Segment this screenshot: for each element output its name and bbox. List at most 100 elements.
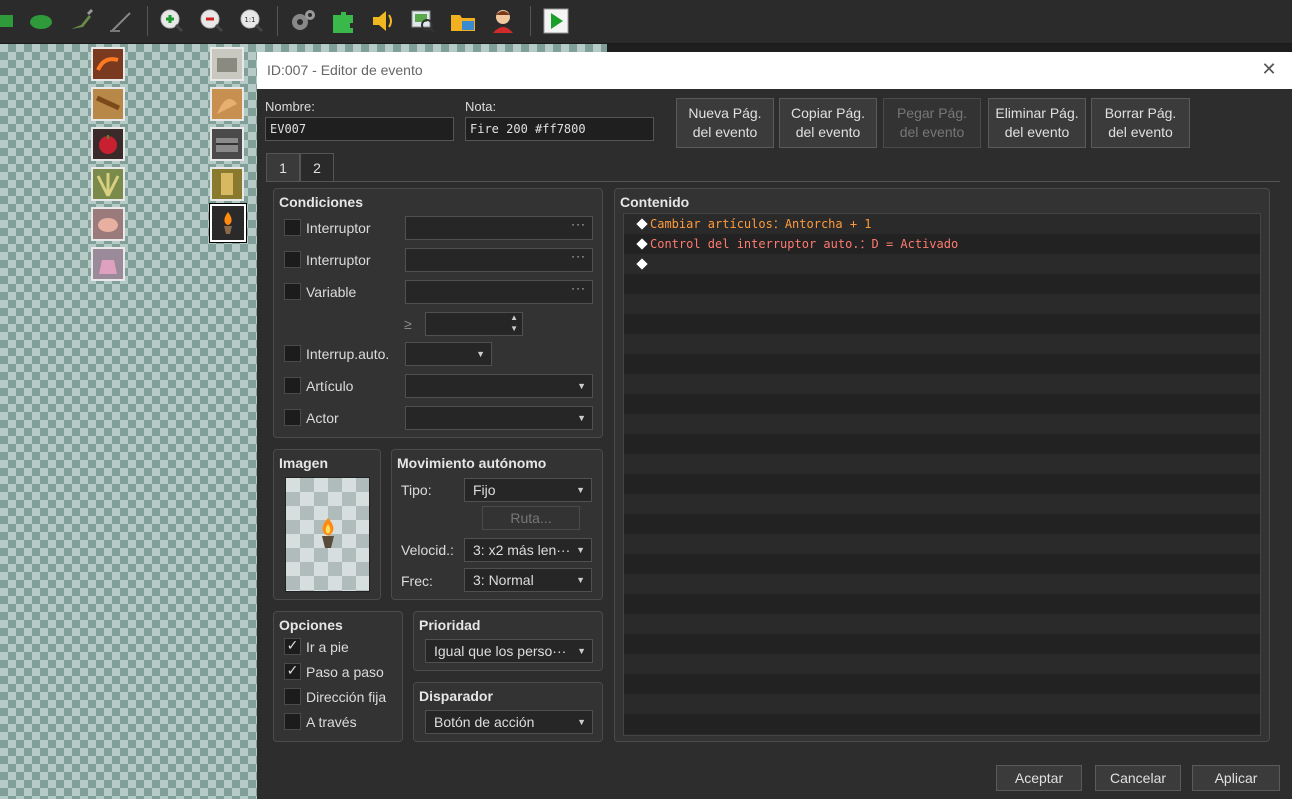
variable-checkbox[interactable]: [284, 283, 301, 300]
playtest-icon[interactable]: [541, 6, 571, 36]
map-event-tile[interactable]: [91, 87, 125, 121]
switch2-select[interactable]: ···: [405, 248, 593, 272]
direction-fix-checkbox[interactable]: [284, 688, 301, 705]
copy-page-button[interactable]: Copiar Pág. del evento: [779, 98, 877, 148]
new-page-button[interactable]: Nueva Pág. del evento: [676, 98, 774, 148]
event-searcher-icon[interactable]: [408, 6, 438, 36]
command-row[interactable]: [624, 674, 1260, 694]
zoom-in-icon[interactable]: [157, 6, 187, 36]
zoom-out-icon[interactable]: [197, 6, 227, 36]
command-row[interactable]: [624, 554, 1260, 574]
stepping-anim-checkbox[interactable]: ✓: [284, 663, 301, 680]
self-switch-select[interactable]: ▼: [405, 342, 492, 366]
sound-test-icon[interactable]: [368, 6, 398, 36]
resource-manager-icon[interactable]: [448, 6, 478, 36]
variable-select[interactable]: ···: [405, 280, 593, 304]
name-field[interactable]: EV007: [265, 117, 454, 141]
variable-label: Variable: [306, 284, 357, 300]
tab-page-1[interactable]: 1: [266, 153, 300, 181]
cancel-button[interactable]: Cancelar: [1095, 765, 1181, 791]
command-row[interactable]: [624, 494, 1260, 514]
command-row[interactable]: [624, 594, 1260, 614]
command-row[interactable]: [624, 434, 1260, 454]
command-row[interactable]: [624, 294, 1260, 314]
command-row[interactable]: Cambiar artículos：Antorcha + 1: [624, 214, 1260, 234]
command-row[interactable]: [624, 734, 1260, 735]
spin-down-icon[interactable]: ▼: [510, 318, 518, 335]
command-text: Control del interruptor auto.：D = Activa…: [636, 234, 958, 254]
new-page-button-line2: del evento: [692, 124, 758, 140]
paste-page-button[interactable]: Pegar Pág. del evento: [883, 98, 981, 148]
map-event-tile[interactable]: [210, 167, 244, 201]
database-gear-icon[interactable]: [288, 6, 318, 36]
command-row[interactable]: [624, 514, 1260, 534]
command-row[interactable]: [624, 694, 1260, 714]
apply-button[interactable]: Aplicar: [1192, 765, 1280, 791]
event-image-preview[interactable]: [285, 477, 370, 592]
switch2-checkbox[interactable]: [284, 251, 301, 268]
zoom-actual-icon[interactable]: 1:1: [237, 6, 267, 36]
diamond-icon: [636, 258, 648, 270]
map-event-tile[interactable]: [91, 207, 125, 241]
character-generator-icon[interactable]: [488, 6, 518, 36]
item-checkbox[interactable]: [284, 377, 301, 394]
command-row[interactable]: [624, 414, 1260, 434]
command-row[interactable]: Control del interruptor auto.：D = Activa…: [624, 234, 1260, 254]
movement-type-select[interactable]: Fijo ▼: [464, 478, 592, 502]
command-row[interactable]: [624, 654, 1260, 674]
command-row[interactable]: [624, 314, 1260, 334]
ellipse-tool-icon[interactable]: [26, 6, 56, 36]
ok-button[interactable]: Aceptar: [996, 765, 1082, 791]
rect-tool-icon[interactable]: [0, 6, 22, 36]
map-event-tile-selected[interactable]: [209, 203, 247, 243]
map-event-tile[interactable]: [210, 87, 244, 121]
switch1-select[interactable]: ···: [405, 216, 593, 240]
command-row[interactable]: [624, 534, 1260, 554]
clear-page-button[interactable]: Borrar Pág. del evento: [1091, 98, 1190, 148]
command-row[interactable]: [624, 374, 1260, 394]
command-row[interactable]: [624, 574, 1260, 594]
through-checkbox[interactable]: [284, 713, 301, 730]
command-row[interactable]: [624, 394, 1260, 414]
self-switch-checkbox[interactable]: [284, 345, 301, 362]
priority-select[interactable]: Igual que los perso··· ▼: [425, 639, 593, 663]
variable-value-spinner[interactable]: ▲ ▼: [425, 312, 523, 336]
command-row[interactable]: [624, 634, 1260, 654]
name-label: Nombre:: [265, 99, 315, 114]
map-event-tile[interactable]: [210, 127, 244, 161]
event-command-list[interactable]: Cambiar artículos：Antorcha + 1 Control de…: [623, 213, 1261, 736]
priority-value: Igual que los perso···: [434, 643, 567, 659]
close-icon[interactable]: ✕: [1257, 58, 1281, 82]
map-event-tile[interactable]: [91, 127, 125, 161]
command-row[interactable]: [624, 354, 1260, 374]
plugin-manager-icon[interactable]: [328, 6, 358, 36]
route-button[interactable]: Ruta...: [482, 506, 580, 530]
command-row[interactable]: [624, 454, 1260, 474]
fill-tool-icon[interactable]: [66, 6, 96, 36]
map-event-tile[interactable]: [210, 47, 244, 81]
note-field[interactable]: Fire 200 #ff7800: [465, 117, 654, 141]
map-event-tile[interactable]: [91, 47, 125, 81]
map-event-tile[interactable]: [91, 167, 125, 201]
command-row[interactable]: [624, 254, 1260, 274]
actor-checkbox[interactable]: [284, 409, 301, 426]
delete-page-button[interactable]: Eliminar Pág. del evento: [988, 98, 1086, 148]
movement-freq-select[interactable]: 3: Normal ▼: [464, 568, 592, 592]
command-row[interactable]: [624, 334, 1260, 354]
shadow-pen-icon[interactable]: [105, 6, 135, 36]
command-row[interactable]: [624, 614, 1260, 634]
map-canvas-edge[interactable]: [257, 44, 607, 52]
map-canvas[interactable]: [0, 44, 257, 799]
tab-page-2[interactable]: 2: [300, 153, 334, 181]
movement-speed-select[interactable]: 3: x2 más len··· ▼: [464, 538, 592, 562]
trigger-select[interactable]: Botón de acción ▼: [425, 710, 593, 734]
command-row[interactable]: [624, 714, 1260, 734]
actor-select[interactable]: ▼: [405, 406, 593, 430]
walking-anim-checkbox[interactable]: ✓: [284, 638, 301, 655]
map-event-tile[interactable]: [91, 247, 125, 281]
switch1-checkbox[interactable]: [284, 219, 301, 236]
command-row[interactable]: [624, 274, 1260, 294]
command-row[interactable]: [624, 474, 1260, 494]
conditions-title: Condiciones: [279, 194, 364, 210]
item-select[interactable]: ▼: [405, 374, 593, 398]
